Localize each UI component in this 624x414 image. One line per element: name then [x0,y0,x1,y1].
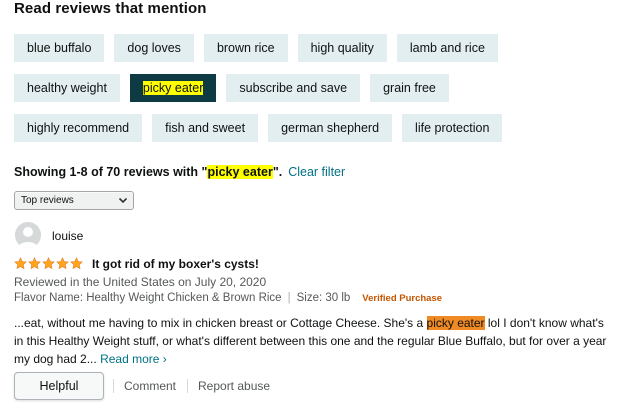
chip-brown-rice[interactable]: brown rice [203,34,288,62]
filter-summary-suffix: ". [272,165,283,179]
chip-fish-and-sweet[interactable]: fish and sweet [152,114,259,142]
review-date: Reviewed in the United States on July 20… [14,275,267,289]
report-abuse-link[interactable]: Report abuse [198,379,270,393]
user-icon [15,222,41,248]
chip-lamb-and-rice[interactable]: lamb and rice [396,34,498,62]
review-title[interactable]: It got rid of my boxer's cysts! [92,257,259,271]
chip-label: brown rice [216,41,275,55]
star-icon [56,257,69,270]
meta-divider: | [287,292,291,304]
chip-label: subscribe and save [239,81,348,95]
star-icon [42,257,55,270]
filter-summary: Showing 1-8 of 70 reviews with "picky ea… [14,165,345,179]
chip-blue-buffalo[interactable]: blue buffalo [14,34,105,62]
review-text: ...eat, without me having to mix in chic… [14,316,427,330]
read-more-link[interactable]: Read more › [100,352,167,366]
comment-link[interactable]: Comment [124,379,176,393]
chip-picky-eater[interactable]: picky eater [129,74,217,102]
chip-row-1: blue buffalo dog loves brown rice high q… [14,34,498,62]
chip-label: life protection [415,121,490,135]
chip-row-3: highly recommend fish and sweet german s… [14,114,503,142]
clear-filter-link[interactable]: Clear filter [288,165,345,179]
review-body: ...eat, without me having to mix in chic… [14,314,614,368]
review-author[interactable]: louise [52,229,83,243]
review-meta: Flavor Name: Healthy Weight Chicken & Br… [14,292,442,304]
filter-term: picky eater [207,165,273,179]
chip-label: picky eater [142,81,204,95]
chip-label: high quality [310,41,374,55]
chip-grain-free[interactable]: grain free [370,74,449,102]
sort-selected-value: Top reviews [21,195,74,206]
chip-subscribe-and-save[interactable]: subscribe and save [226,74,361,102]
action-divider [187,379,188,393]
star-icon [14,257,27,270]
chip-label: blue buffalo [27,41,92,55]
chip-label: highly recommend [27,121,130,135]
chevron-down-icon [118,197,128,204]
chip-label: healthy weight [27,81,107,95]
sort-dropdown[interactable]: Top reviews [14,191,134,210]
size-label: Size: 30 lb [296,292,351,304]
chip-high-quality[interactable]: high quality [297,34,387,62]
chip-healthy-weight[interactable]: healthy weight [14,74,120,102]
avatar [15,222,41,248]
chip-dog-loves[interactable]: dog loves [114,34,194,62]
verified-purchase-badge: Verified Purchase [362,292,443,304]
chip-life-protection[interactable]: life protection [402,114,503,142]
star-rating[interactable] [14,257,83,270]
chip-label: german shepherd [281,121,380,135]
chip-label: fish and sweet [165,121,246,135]
flavor-link[interactable]: Flavor Name: Healthy Weight Chicken & Br… [14,292,282,304]
chip-row-2: healthy weight picky eater subscribe and… [14,74,449,102]
review-highlight: picky eater [426,316,485,330]
chip-label: grain free [383,81,436,95]
filter-summary-prefix: Showing 1-8 of 70 reviews with " [14,165,208,179]
chip-label: dog loves [127,41,181,55]
chip-label: lamb and rice [409,41,485,55]
star-icon [70,257,83,270]
star-icon [28,257,41,270]
action-divider [113,379,114,393]
chip-german-shepherd[interactable]: german shepherd [268,114,393,142]
section-title: Read reviews that mention [14,0,207,17]
helpful-button[interactable]: Helpful [14,372,104,400]
chip-highly-recommend[interactable]: highly recommend [14,114,143,142]
